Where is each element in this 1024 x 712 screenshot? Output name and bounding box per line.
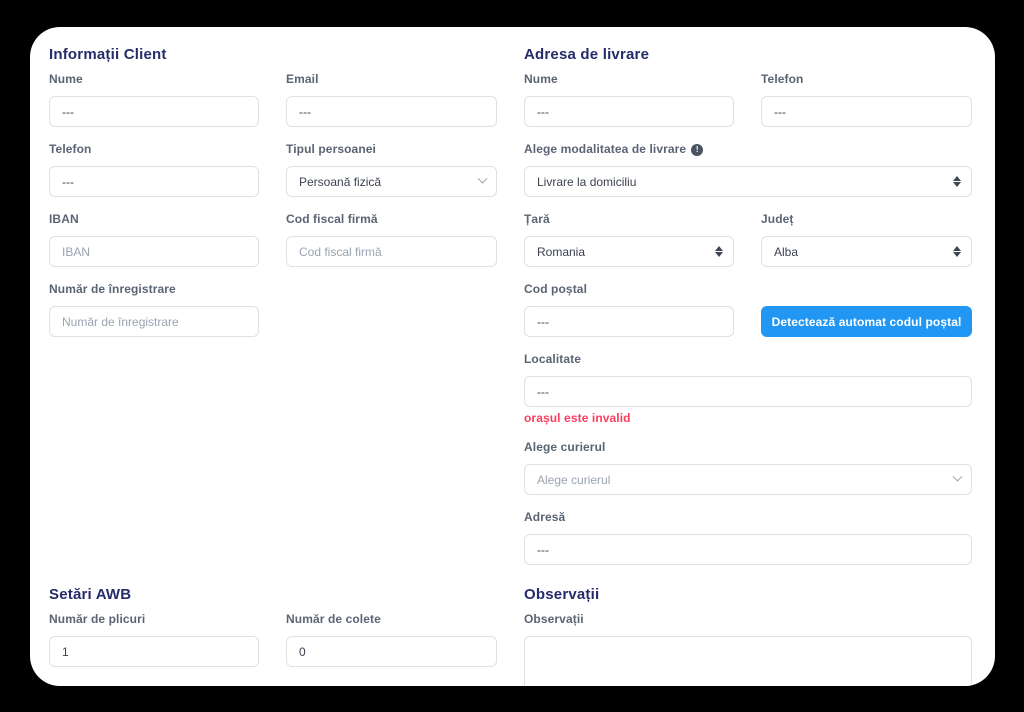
delivery-phone-input[interactable]	[761, 96, 972, 127]
delivery-phone-label: Telefon	[761, 72, 804, 86]
section-client-info: Informații Client Nume Email Telefon Tip…	[49, 47, 497, 353]
client-name-label: Nume	[49, 72, 83, 86]
up-down-arrows-icon	[715, 246, 723, 257]
courier-select[interactable]: Alege curierul	[524, 464, 972, 495]
fiscal-code-label: Cod fiscal firmă	[286, 212, 378, 226]
city-label: Localitate	[524, 352, 582, 366]
client-email-input[interactable]	[286, 96, 497, 127]
iban-field: IBAN	[49, 213, 259, 267]
parcels-field: Număr de colete	[286, 613, 497, 667]
delivery-address-title: Adresa de livrare	[524, 46, 650, 63]
delivery-method-value: Livrare la domiciliu	[537, 174, 637, 189]
courier-label: Alege curierul	[524, 440, 606, 454]
delivery-method-field: Alege modalitatea de livrare ! Livrare l…	[524, 143, 972, 197]
delivery-method-select[interactable]: Livrare la domiciliu	[524, 166, 972, 197]
observations-textarea[interactable]	[524, 636, 972, 686]
city-input[interactable]	[524, 376, 972, 407]
country-label: Țară	[524, 212, 550, 226]
delivery-name-field: Nume	[524, 73, 734, 127]
registration-number-input[interactable]	[49, 306, 259, 337]
awb-settings-title: Setări AWB	[49, 586, 132, 603]
order-form-card: Informații Client Nume Email Telefon Tip…	[30, 27, 995, 686]
delivery-name-label: Nume	[524, 72, 558, 86]
delivery-name-input[interactable]	[524, 96, 734, 127]
envelopes-field: Număr de plicuri	[49, 613, 259, 667]
observations-title: Observații	[524, 586, 600, 603]
person-type-select[interactable]: Persoană fizică	[286, 166, 497, 197]
client-phone-label: Telefon	[49, 142, 92, 156]
iban-input[interactable]	[49, 236, 259, 267]
postal-code-field: Cod poștal	[524, 283, 734, 337]
postal-code-label: Cod poștal	[524, 282, 587, 296]
client-name-field: Nume	[49, 73, 259, 127]
county-value: Alba	[774, 244, 799, 259]
parcels-input[interactable]	[286, 636, 497, 667]
address-label: Adresă	[524, 510, 566, 524]
observations-field: Observații	[524, 613, 972, 686]
fiscal-code-field: Cod fiscal firmă	[286, 213, 497, 267]
fiscal-code-input[interactable]	[286, 236, 497, 267]
city-error-message: orașul este invalid	[524, 411, 631, 425]
section-delivery-address: Adresa de livrare Nume Telefon Alege mod…	[524, 47, 972, 581]
iban-label: IBAN	[49, 212, 79, 226]
address-input[interactable]	[524, 534, 972, 565]
section-observations: Observații Observații	[524, 587, 972, 686]
exclamation-circle-icon[interactable]: !	[691, 143, 704, 156]
observations-label: Observații	[524, 612, 584, 626]
section-awb-settings: Setări AWB Număr de plicuri Număr de col…	[49, 587, 497, 683]
client-name-input[interactable]	[49, 96, 259, 127]
chevron-down-icon	[952, 471, 963, 482]
postal-code-input[interactable]	[524, 306, 734, 337]
up-down-arrows-icon	[953, 176, 961, 187]
registration-number-label: Număr de înregistrare	[49, 282, 176, 296]
detect-postal-code-button[interactable]: Detectează automat codul poștal	[761, 306, 972, 337]
county-label: Județ	[761, 212, 794, 226]
person-type-label: Tipul persoanei	[286, 142, 376, 156]
registration-number-field: Număr de înregistrare	[49, 283, 259, 337]
country-value: Romania	[537, 244, 586, 259]
up-down-arrows-icon	[953, 246, 961, 257]
city-field: Localitate orașul este invalid	[524, 353, 972, 425]
envelopes-label: Număr de plicuri	[49, 612, 146, 626]
courier-field: Alege curierul Alege curierul	[524, 441, 972, 495]
client-email-field: Email	[286, 73, 497, 127]
courier-placeholder: Alege curierul	[537, 472, 611, 487]
client-phone-input[interactable]	[49, 166, 259, 197]
delivery-phone-field: Telefon	[761, 73, 972, 127]
county-select[interactable]: Alba	[761, 236, 972, 267]
client-email-label: Email	[286, 72, 319, 86]
detect-postal-code-cell: Detectează automat codul poștal	[761, 283, 972, 337]
client-info-title: Informații Client	[49, 46, 167, 63]
chevron-down-icon	[477, 173, 488, 184]
person-type-field: Tipul persoanei Persoană fizică	[286, 143, 497, 197]
country-field: Țară Romania	[524, 213, 734, 267]
delivery-method-label: Alege modalitatea de livrare !	[524, 143, 972, 156]
envelopes-input[interactable]	[49, 636, 259, 667]
country-select[interactable]: Romania	[524, 236, 734, 267]
county-field: Județ Alba	[761, 213, 972, 267]
address-field: Adresă	[524, 511, 972, 565]
parcels-label: Număr de colete	[286, 612, 381, 626]
client-phone-field: Telefon	[49, 143, 259, 197]
person-type-value: Persoană fizică	[299, 174, 382, 189]
